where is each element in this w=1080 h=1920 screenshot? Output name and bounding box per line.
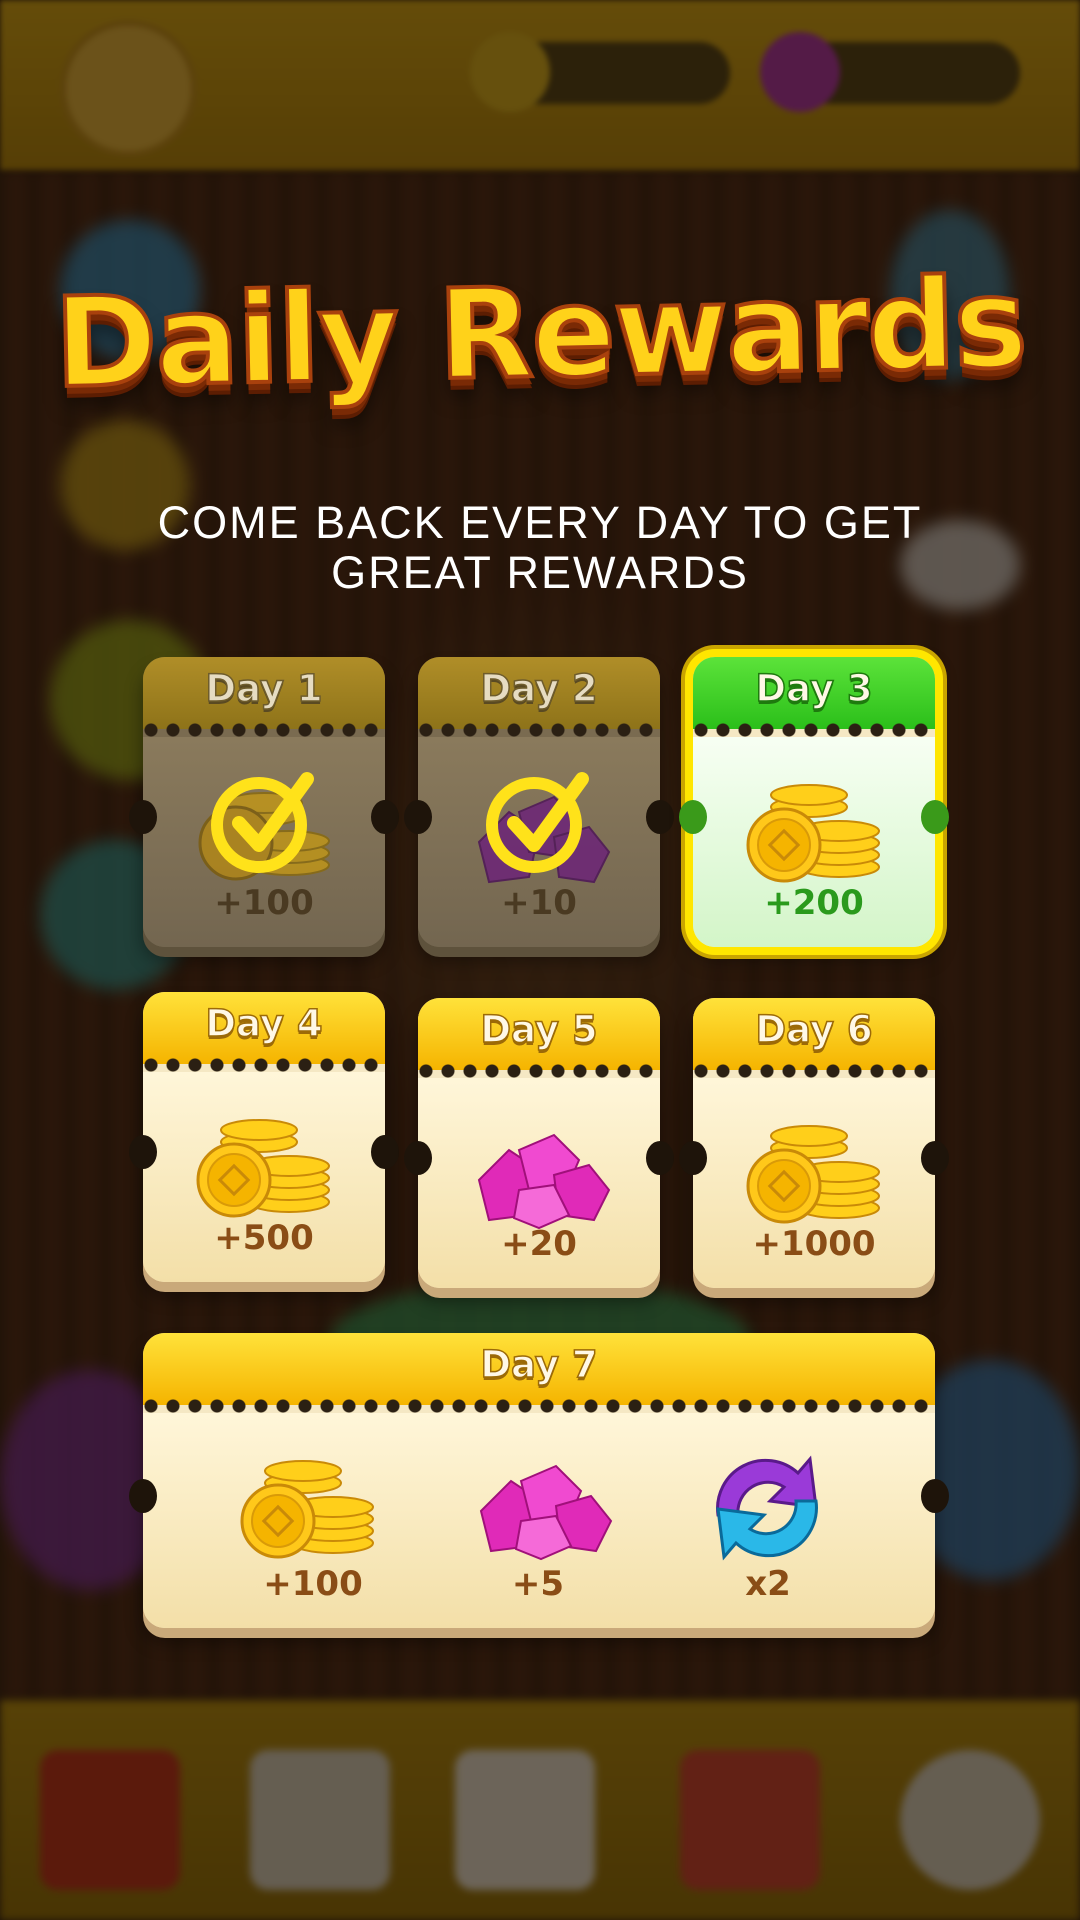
coin-stack-icon: [238, 1451, 378, 1565]
subtitle: COME BACK EVERY DAY TO GET GREAT REWARDS: [157, 497, 923, 598]
refresh-arrows-icon: [698, 1445, 838, 1569]
reward-amount: +1000: [752, 1224, 876, 1264]
reward-card-day-7: Day 7 +100 +5 x2: [129, 1333, 949, 1628]
reward-amount: x2: [745, 1564, 791, 1604]
reward-amount: +20: [501, 1224, 577, 1264]
gem-pile-icon: [459, 1120, 619, 1234]
reward-amount: +100: [214, 883, 314, 923]
day-label: Day 6: [755, 1007, 874, 1052]
day-label: Day 5: [480, 1007, 599, 1052]
checkmark-icon: [209, 765, 319, 879]
reward-amount: +200: [764, 883, 864, 923]
day-label: Day 4: [205, 1001, 324, 1046]
reward-card-day-3[interactable]: Day 3 +200: [679, 657, 949, 947]
gem-pile-icon: [461, 1451, 621, 1565]
page-title: Daily Rewards: [51, 250, 1029, 418]
day-label: Day 2: [480, 666, 599, 711]
reward-card-day-2: Day 2 +10: [404, 657, 674, 947]
coin-stack-icon: [194, 1110, 334, 1224]
reward-card-day-5: Day 5 +20: [404, 998, 674, 1288]
coin-stack-icon: [744, 1116, 884, 1230]
reward-amount: +5: [511, 1564, 565, 1604]
day-label: Day 3: [755, 666, 874, 711]
coin-stack-icon: [744, 775, 884, 889]
reward-card-day-1: Day 1 +100: [129, 657, 399, 947]
reward-card-day-4: Day 4 +500: [129, 992, 399, 1282]
reward-amount: +10: [501, 883, 577, 923]
day-label: Day 1: [205, 666, 324, 711]
checkmark-icon: [484, 765, 594, 879]
reward-card-day-6: Day 6 +1000: [679, 998, 949, 1288]
reward-amount: +500: [214, 1218, 314, 1258]
reward-amount: +100: [263, 1564, 363, 1604]
day-label: Day 7: [480, 1342, 599, 1387]
